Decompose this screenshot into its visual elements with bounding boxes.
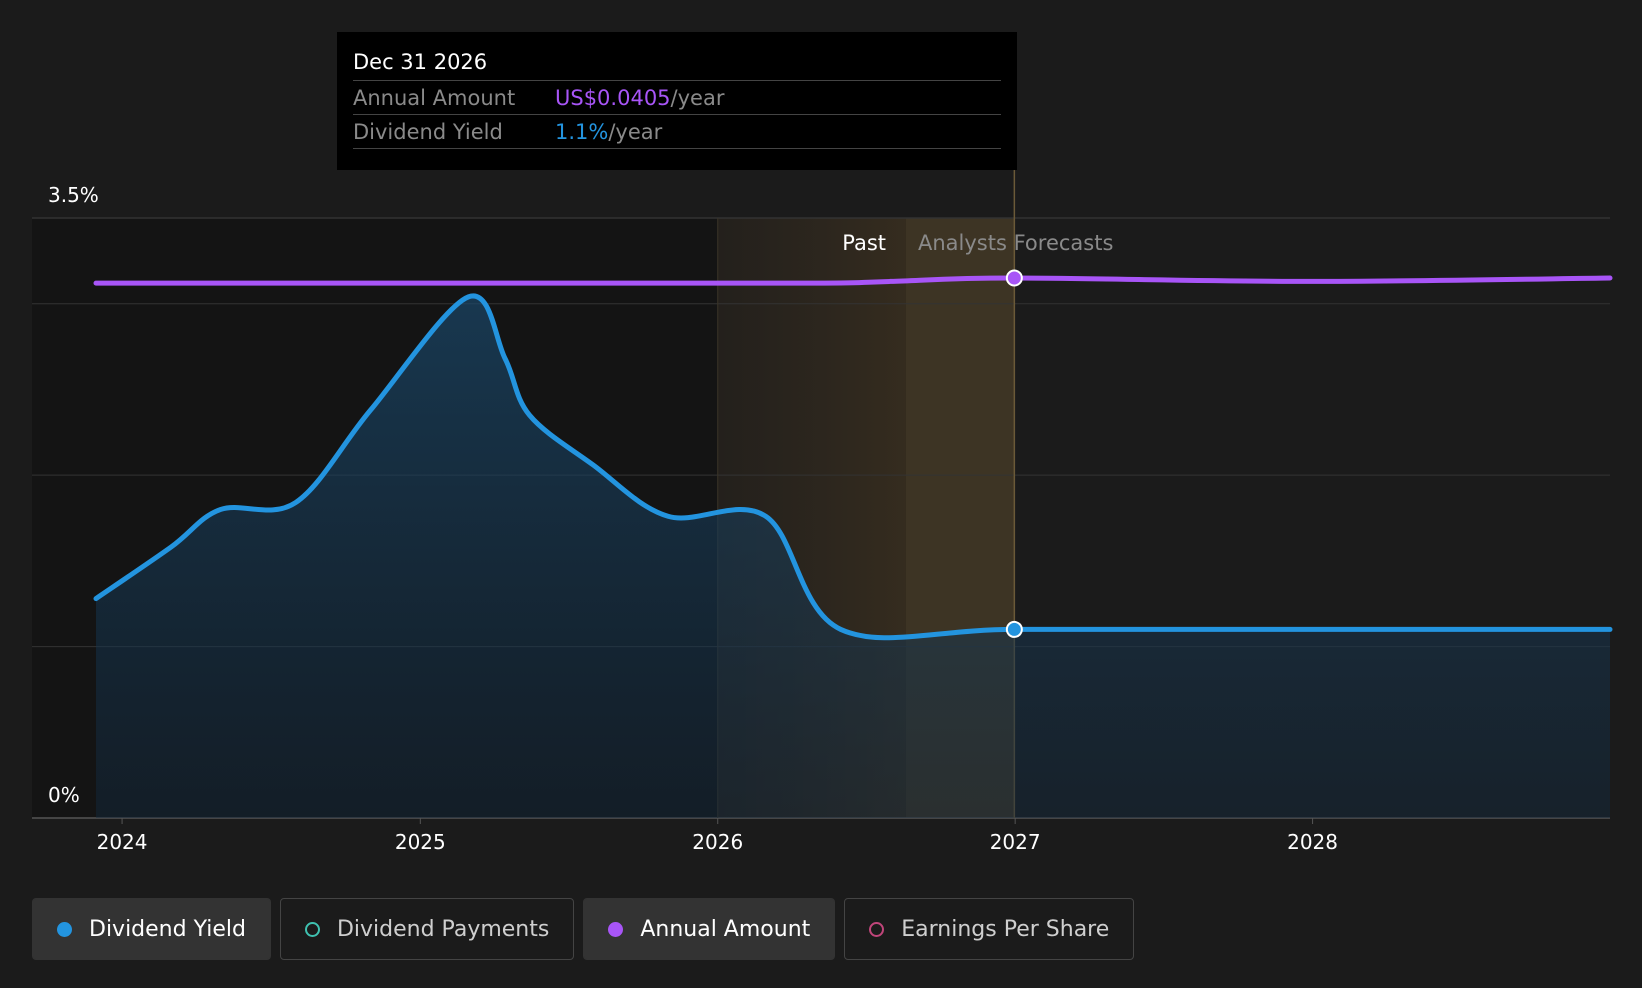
legend-dot-icon	[608, 921, 624, 937]
tooltip-row-annual-amount: Annual Amount US$0.0405 /year	[353, 81, 1001, 115]
dividend-yield-marker	[1005, 620, 1023, 638]
tooltip-row-dividend-yield: Dividend Yield 1.1% /year	[353, 115, 1001, 149]
legend-dividend-payments[interactable]: Dividend Payments	[279, 898, 575, 960]
annual-amount-marker	[1005, 269, 1023, 287]
tooltip: Dec 31 2026 Annual Amount US$0.0405 /yea…	[337, 32, 1017, 170]
tooltip-date: Dec 31 2026	[353, 46, 1001, 81]
legend-label: Earnings Per Share	[901, 916, 1110, 942]
y-tick-label: 0%	[48, 783, 80, 807]
forecast-label: Analysts Forecasts	[918, 231, 1113, 255]
tooltip-value: US$0.0405	[555, 86, 671, 110]
tooltip-label: Annual Amount	[353, 86, 516, 110]
legend: Dividend Yield Dividend Payments Annual …	[32, 898, 1135, 960]
x-tick-label: 2028	[1287, 830, 1338, 854]
legend-dot-icon	[869, 921, 885, 937]
legend-dot-icon	[57, 921, 72, 937]
legend-label: Dividend Yield	[89, 916, 246, 942]
tooltip-unit: /year	[608, 120, 663, 144]
legend-earnings-per-share[interactable]: Earnings Per Share	[844, 898, 1135, 960]
legend-dividend-yield[interactable]: Dividend Yield	[32, 898, 271, 960]
x-tick-label: 2027	[990, 830, 1041, 854]
x-tick-label: 2024	[97, 830, 148, 854]
tooltip-label: Dividend Yield	[353, 120, 503, 144]
x-tick-label: 2026	[692, 830, 743, 854]
legend-dot-icon	[304, 921, 320, 937]
legend-label: Dividend Payments	[336, 916, 550, 942]
x-tick-label: 2025	[395, 830, 446, 854]
legend-annual-amount[interactable]: Annual Amount	[583, 898, 836, 960]
tooltip-unit: /year	[670, 86, 725, 110]
tooltip-value: 1.1%	[555, 120, 609, 144]
y-tick-label: 3.5%	[48, 183, 99, 207]
past-label: Past	[842, 231, 886, 255]
legend-label: Annual Amount	[640, 916, 811, 942]
